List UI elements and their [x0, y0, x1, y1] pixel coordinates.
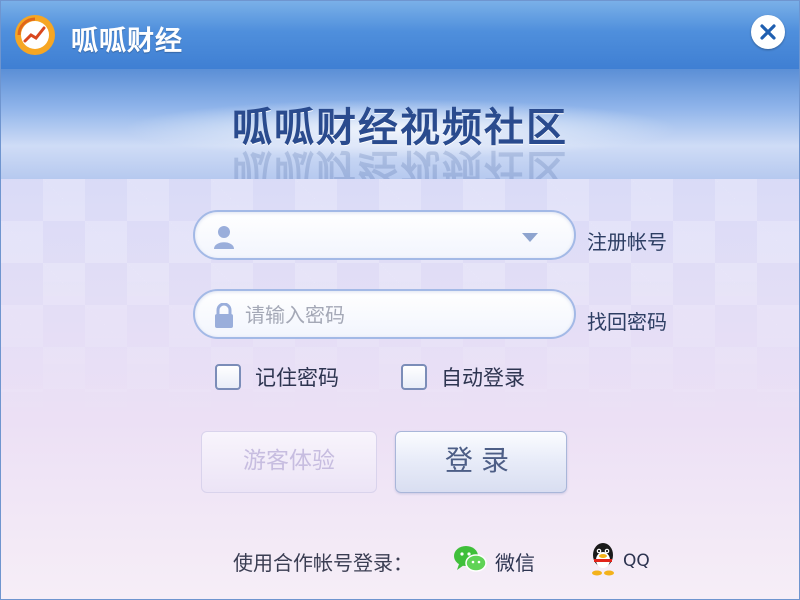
app-logo-icon: [13, 13, 57, 57]
login-button[interactable]: 登录: [395, 431, 567, 493]
partner-login-label: 使用合作帐号登录：: [233, 551, 413, 575]
lock-icon: [213, 302, 235, 333]
register-link[interactable]: 注册帐号: [587, 226, 667, 255]
auto-login-checkbox[interactable]: 自动登录: [401, 361, 525, 393]
password-input[interactable]: [243, 299, 507, 331]
qq-icon: [587, 541, 619, 581]
guest-button[interactable]: 游客体验: [201, 431, 377, 493]
auto-login-label: 自动登录: [441, 366, 525, 390]
username-input[interactable]: [243, 220, 507, 252]
user-icon: [213, 224, 235, 254]
chevron-down-icon[interactable]: [522, 233, 538, 242]
recover-password-link[interactable]: 找回密码: [587, 306, 667, 335]
login-window: 呱呱财经 呱呱财经视频社区 呱呱财经视频社区 注册帐号 找回密码 记住密码 自动…: [0, 0, 800, 600]
password-field[interactable]: [193, 289, 576, 339]
checkbox-box[interactable]: [401, 364, 427, 390]
title-bar[interactable]: 呱呱财经: [1, 1, 799, 69]
remember-password-label: 记住密码: [255, 366, 339, 390]
checkbox-box[interactable]: [215, 364, 241, 390]
close-button[interactable]: [751, 15, 785, 49]
banner: 呱呱财经视频社区 呱呱财经视频社区: [1, 69, 799, 179]
app-title: 呱呱财经: [71, 26, 183, 57]
wechat-icon: [453, 544, 487, 578]
wechat-login-button[interactable]: 微信: [453, 541, 535, 581]
qq-login-button[interactable]: QQ: [587, 541, 650, 581]
wechat-label: 微信: [495, 550, 535, 575]
username-field[interactable]: [193, 210, 576, 260]
remember-password-checkbox[interactable]: 记住密码: [215, 361, 339, 393]
qq-label: QQ: [623, 551, 650, 571]
banner-title-reflection: 呱呱财经视频社区: [232, 145, 568, 179]
